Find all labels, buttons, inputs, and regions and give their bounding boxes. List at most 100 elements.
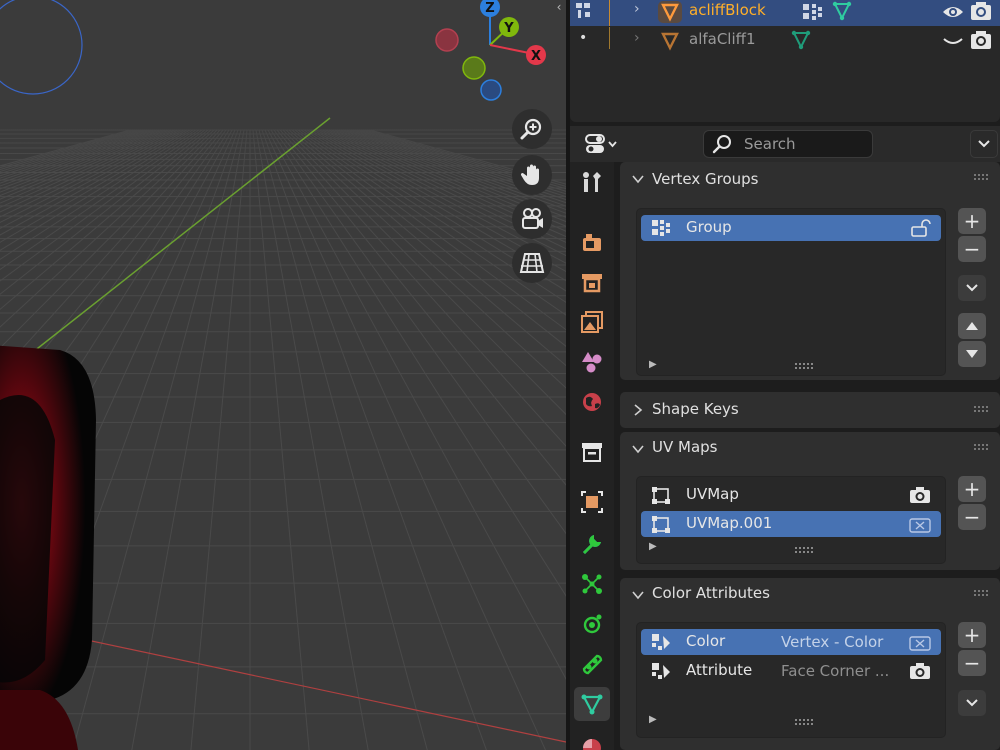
- triangle-up-icon: [966, 322, 978, 330]
- list-item-label: UVMap.001: [686, 514, 773, 532]
- tab-particles[interactable]: [574, 567, 610, 601]
- search-input[interactable]: [744, 135, 864, 153]
- outliner-object-name[interactable]: acliffBlock: [689, 1, 766, 19]
- list-filter-expand-icon[interactable]: ▶: [649, 714, 657, 725]
- drag-grip-icon[interactable]: [974, 444, 988, 452]
- list-item-label: Attribute: [686, 661, 753, 679]
- render-camera-icon[interactable]: [970, 30, 992, 50]
- chevron-down-icon: [966, 699, 978, 707]
- tab-tool[interactable]: [574, 165, 610, 199]
- list-item-label: Color: [686, 632, 726, 650]
- camera-view-button[interactable]: [512, 199, 552, 239]
- mesh-data-icon[interactable]: [831, 0, 853, 22]
- remove-color-attribute-button[interactable]: −: [958, 650, 986, 676]
- chevron-down-icon[interactable]: [632, 589, 644, 601]
- object-icon: [581, 491, 603, 513]
- editor-type-button[interactable]: [578, 131, 624, 157]
- render-camera-icon[interactable]: [970, 1, 992, 21]
- options-dropdown-button[interactable]: [970, 130, 998, 158]
- list-item[interactable]: UVMap.001: [641, 511, 941, 537]
- mesh-object-icon: [658, 1, 682, 23]
- remove-uv-map-button[interactable]: −: [958, 504, 986, 530]
- tab-physics[interactable]: [574, 607, 610, 641]
- camera-icon[interactable]: [909, 486, 931, 504]
- tab-constraints[interactable]: [574, 647, 610, 681]
- outliner-row-acliffblock[interactable]: › acliffBlock: [570, 0, 1000, 26]
- outliner-row-alfacliff1[interactable]: • › alfaCliff1: [570, 27, 1000, 55]
- panel-title[interactable]: Color Attributes: [652, 584, 770, 602]
- color-attributes-list[interactable]: Color Vertex - Color Attribute Face Corn…: [636, 622, 946, 738]
- visibility-hidden-icon[interactable]: [942, 33, 964, 49]
- output-icon: [582, 274, 602, 293]
- panel-title[interactable]: UV Maps: [652, 438, 717, 456]
- add-vertex-group-button[interactable]: +: [958, 208, 986, 234]
- color-attribute-icon: [652, 634, 670, 650]
- move-up-button[interactable]: [958, 313, 986, 339]
- panel-title[interactable]: Vertex Groups: [652, 170, 758, 188]
- outliner: › acliffBlock • › alfaCliff1: [570, 0, 1000, 122]
- list-item[interactable]: UVMap: [641, 482, 941, 508]
- tab-view-layer[interactable]: [574, 305, 610, 339]
- outliner-object-name[interactable]: alfaCliff1: [689, 30, 756, 48]
- add-uv-map-button[interactable]: +: [958, 476, 986, 502]
- camera-icon[interactable]: [909, 662, 931, 680]
- uv-map-icon: [652, 487, 670, 504]
- unlock-icon[interactable]: [909, 219, 931, 237]
- list-item[interactable]: Attribute Face Corner ...: [641, 658, 941, 684]
- tab-render[interactable]: [574, 225, 610, 259]
- sidebar-toggle-arrow[interactable]: ‹: [552, 0, 566, 16]
- expand-chevron-icon[interactable]: ›: [634, 1, 640, 17]
- properties-editor: Vertex Groups Group ▶ + − Shape Keys: [570, 126, 1000, 750]
- tab-object[interactable]: [574, 485, 610, 519]
- chevron-down-icon[interactable]: [632, 173, 644, 185]
- 3d-viewport[interactable]: Z Y X ‹: [0, 0, 566, 750]
- vertex-group-specials-button[interactable]: [958, 275, 986, 301]
- list-resize-grip-icon[interactable]: [795, 547, 813, 553]
- remove-vertex-group-button[interactable]: −: [958, 236, 986, 262]
- expand-chevron-icon[interactable]: ›: [634, 30, 640, 46]
- list-item[interactable]: Group: [641, 215, 941, 241]
- x-axis-line: [39, 629, 566, 743]
- pan-button[interactable]: [512, 155, 552, 195]
- chevron-right-icon[interactable]: [632, 404, 644, 416]
- cliff-block-mesh[interactable]: [0, 345, 96, 750]
- list-filter-expand-icon[interactable]: ▶: [649, 541, 657, 552]
- mesh-data-icon[interactable]: [790, 29, 812, 51]
- world-icon: [583, 393, 601, 411]
- panel-title[interactable]: Shape Keys: [652, 400, 739, 418]
- search-field[interactable]: [703, 130, 873, 158]
- tab-modifier[interactable]: [574, 527, 610, 561]
- list-item[interactable]: Color Vertex - Color: [641, 629, 941, 655]
- camera-off-icon[interactable]: [909, 633, 931, 651]
- vertex-groups-panel: Vertex Groups Group ▶ + −: [620, 162, 1000, 380]
- drag-grip-icon[interactable]: [974, 174, 988, 182]
- tab-object-data[interactable]: [574, 687, 610, 721]
- camera-off-icon[interactable]: [909, 515, 931, 533]
- ortho-toggle-button[interactable]: [512, 243, 552, 283]
- list-filter-expand-icon[interactable]: ▶: [649, 359, 657, 370]
- add-color-attribute-button[interactable]: +: [958, 622, 986, 648]
- list-resize-grip-icon[interactable]: [795, 719, 813, 725]
- grid-ortho-icon: [519, 253, 545, 273]
- move-down-button[interactable]: [958, 341, 986, 367]
- tab-world[interactable]: [574, 385, 610, 419]
- tab-collection[interactable]: [574, 435, 610, 469]
- object-data-icon: [581, 694, 603, 715]
- tab-output[interactable]: [574, 265, 610, 299]
- tool-icon: [583, 172, 601, 192]
- drag-grip-icon[interactable]: [974, 590, 988, 598]
- color-attribute-specials-button[interactable]: [958, 690, 986, 716]
- zoom-button[interactable]: [512, 109, 552, 149]
- list-resize-grip-icon[interactable]: [795, 363, 813, 369]
- shape-keys-panel[interactable]: Shape Keys: [620, 392, 1000, 428]
- drag-grip-icon[interactable]: [974, 406, 988, 414]
- viewport-scene: Z Y X: [0, 0, 566, 750]
- color-attributes-panel: Color Attributes Color Vertex - Color At…: [620, 578, 1000, 750]
- vertex-groups-list[interactable]: Group ▶: [636, 208, 946, 376]
- visibility-eye-icon[interactable]: [942, 2, 964, 22]
- chevron-down-icon: [966, 284, 978, 292]
- uv-maps-list[interactable]: UVMap UVMap.001 ▶: [636, 476, 946, 564]
- tab-scene[interactable]: [574, 345, 610, 379]
- tab-material[interactable]: [574, 729, 610, 750]
- chevron-down-icon[interactable]: [632, 443, 644, 455]
